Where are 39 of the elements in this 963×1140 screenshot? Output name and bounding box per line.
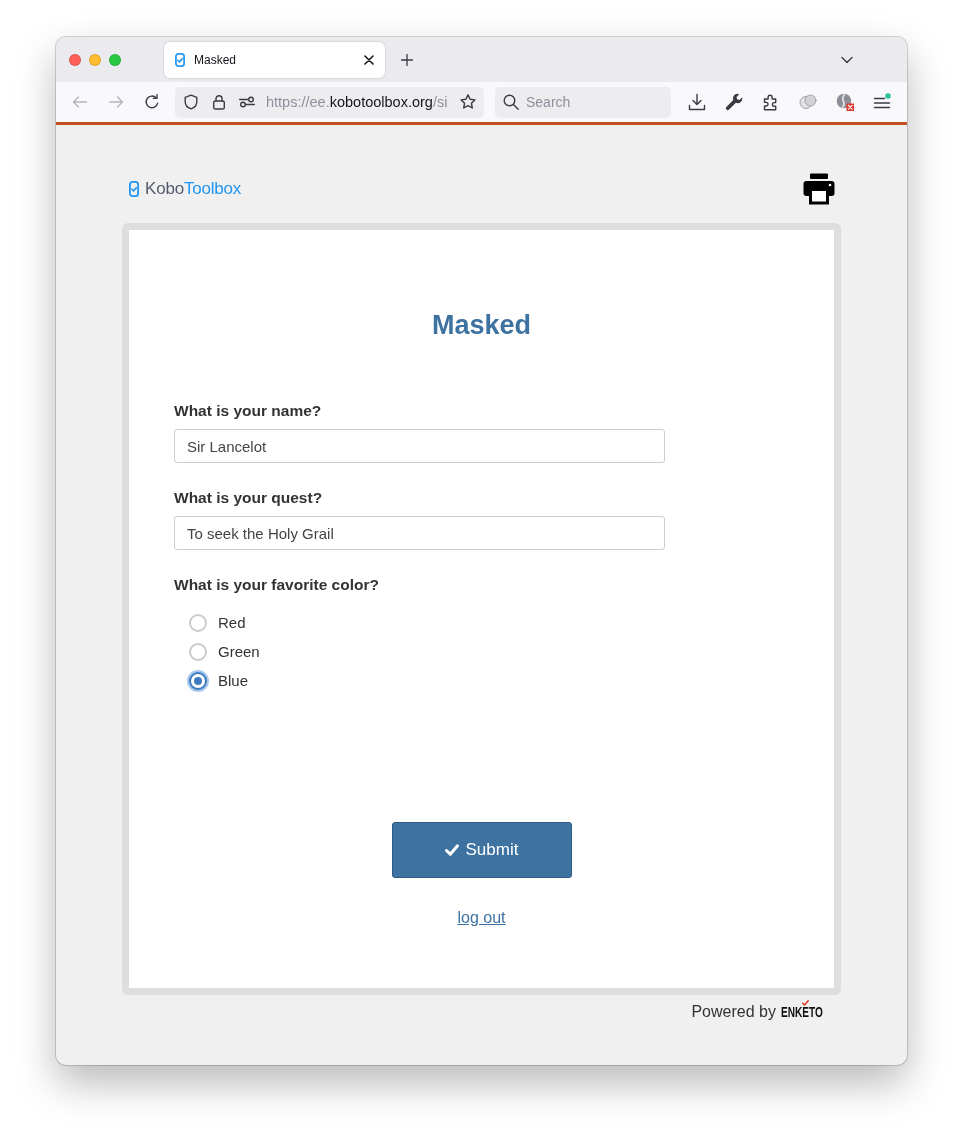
question-label: What is your favorite color? xyxy=(174,576,379,594)
search-icon xyxy=(503,94,519,110)
radio-button[interactable] xyxy=(189,613,207,632)
print-icon[interactable] xyxy=(803,173,835,205)
radio-button[interactable] xyxy=(189,642,207,661)
lock-icon[interactable] xyxy=(211,94,227,110)
browser-tab[interactable]: Masked xyxy=(164,42,385,78)
reload-icon[interactable] xyxy=(144,94,160,110)
star-icon[interactable] xyxy=(460,94,476,110)
radio-label[interactable]: Red xyxy=(218,613,246,632)
submit-button[interactable]: Submit xyxy=(391,822,572,878)
menu-icon[interactable] xyxy=(873,93,891,111)
check-square-icon xyxy=(175,53,185,67)
wrench-icon[interactable] xyxy=(725,93,743,111)
question-label: What is your name? xyxy=(174,402,322,420)
check-square-icon xyxy=(129,181,139,197)
logout-link[interactable]: log out xyxy=(457,909,506,927)
url-text[interactable]: https://ee.kobotoolbox.org/si xyxy=(266,94,448,110)
chevron-down-icon[interactable] xyxy=(841,55,853,64)
window-close-button[interactable] xyxy=(69,53,81,66)
radio-label[interactable]: Green xyxy=(218,642,260,661)
radio-button[interactable] xyxy=(189,671,207,690)
form-title: Masked xyxy=(431,310,532,340)
radio-label[interactable]: Blue xyxy=(218,671,249,690)
check-icon xyxy=(801,1000,809,1006)
address-bar[interactable]: https://ee.kobotoolbox.org/si xyxy=(175,86,484,118)
logo-wordmark: KoboToolbox xyxy=(145,179,242,199)
plus-icon[interactable] xyxy=(401,53,413,66)
enketo-wordmark: ENKETO xyxy=(780,1003,823,1021)
powered-by-text: Powered by xyxy=(691,1003,776,1021)
blocked-extension-icon[interactable] xyxy=(836,93,854,111)
question-label: What is your quest? xyxy=(174,489,323,507)
text-input[interactable]: Sir Lancelot xyxy=(174,429,665,463)
close-icon[interactable] xyxy=(364,55,374,65)
sliders-icon[interactable] xyxy=(239,94,255,110)
text-input[interactable]: To seek the Holy Grail xyxy=(174,516,665,550)
shield-icon[interactable] xyxy=(183,94,199,110)
check-icon xyxy=(444,844,459,856)
download-icon[interactable] xyxy=(688,93,706,111)
